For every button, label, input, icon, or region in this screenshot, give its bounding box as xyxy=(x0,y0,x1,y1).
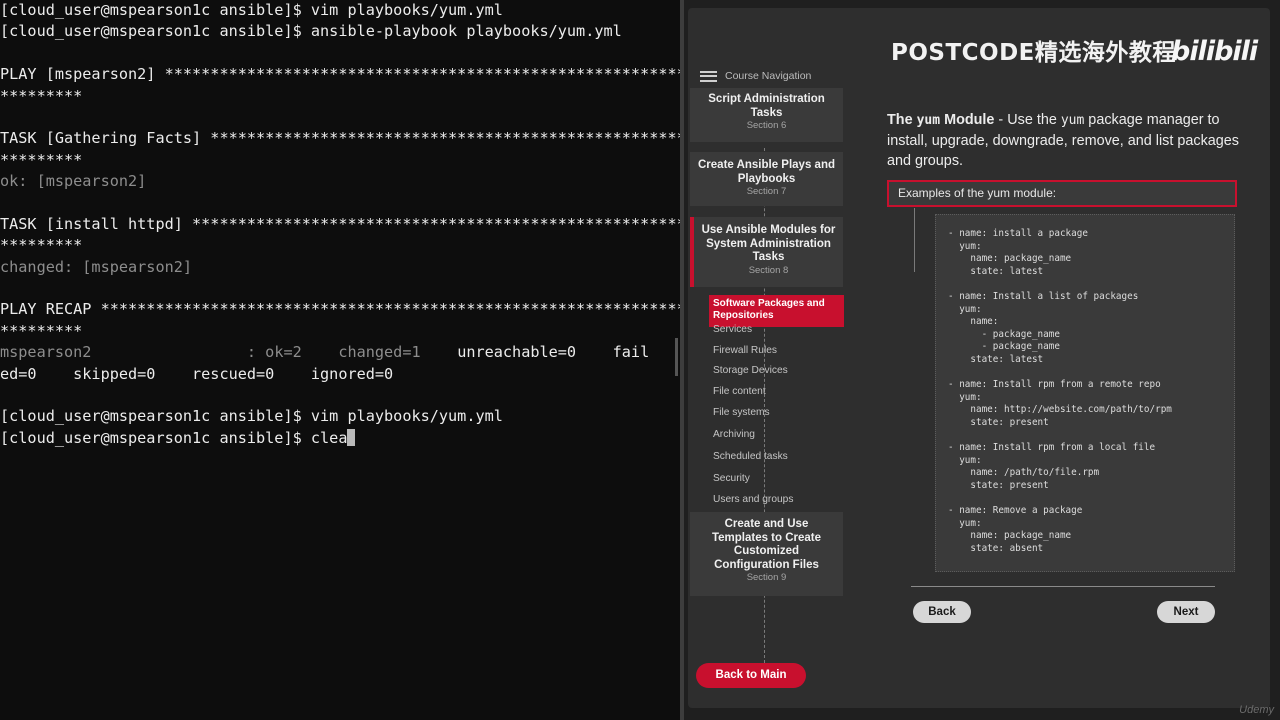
section-title: Create Ansible Plays and Playbooks xyxy=(698,159,835,185)
play-recap-line: mspearson2 : ok=2 changed=1 unreachable=… xyxy=(0,342,680,363)
recap-host: mspearson2 xyxy=(0,343,92,362)
section-title: Create and Use Templates to Create Custo… xyxy=(711,518,822,571)
back-to-main-button[interactable]: Back to Main xyxy=(696,663,806,688)
examples-label: Examples of the yum module: xyxy=(887,180,1237,207)
lesson-description: The yum Module - Use the yum package man… xyxy=(887,112,1239,169)
recap-rest: unreachable=0 fail xyxy=(420,343,650,362)
text-cursor xyxy=(347,428,356,446)
terminal-line: [cloud_user@mspearson1c ansible]$ ansibl… xyxy=(0,22,622,41)
recap-ok: ok=2 xyxy=(265,343,302,362)
nav-item-storage-devices[interactable]: Storage Devices xyxy=(713,365,788,376)
back-button[interactable]: Back xyxy=(913,601,971,623)
nav-item-services[interactable]: Services xyxy=(713,324,752,335)
terminal-line: PLAY RECAP *****************************… xyxy=(0,300,680,319)
terminal-line: changed: [mspearson2] xyxy=(0,257,193,276)
terminal-line: ********* xyxy=(0,86,83,105)
terminal-line: ********* xyxy=(0,150,83,169)
nav-section-8[interactable]: Use Ansible Modules for System Administr… xyxy=(690,217,843,287)
terminal-output: [cloud_user@mspearson1c ansible]$ vim pl… xyxy=(0,0,680,449)
lesson-title: The yum Module xyxy=(887,112,995,128)
terminal-line: TASK [install httpd] *******************… xyxy=(0,214,680,233)
recap-separator: : xyxy=(91,343,266,362)
nav-item-software-packages[interactable]: Software Packages and Repositories xyxy=(709,295,844,327)
divider-line xyxy=(911,586,1215,587)
course-panel: POSTCODE精选海外教程 bilibili Course Navigatio… xyxy=(684,0,1280,720)
nav-item-scheduled-tasks[interactable]: Scheduled tasks xyxy=(713,451,788,462)
nav-item-users-and-groups[interactable]: Users and groups xyxy=(713,494,793,505)
hamburger-menu-icon[interactable] xyxy=(700,70,717,82)
section-title: Use Ansible Modules for System Administr… xyxy=(701,224,836,264)
terminal-line: ok: [mspearson2] xyxy=(0,172,147,191)
terminal-line: ********* xyxy=(0,321,83,340)
udemy-watermark: Udemy xyxy=(1239,704,1274,716)
terminal-window[interactable]: [cloud_user@mspearson1c ansible]$ vim pl… xyxy=(0,0,680,720)
watermark-text: POSTCODE精选海外教程 xyxy=(891,40,1176,66)
section-number: Section 9 xyxy=(746,572,787,584)
section-number: Section 7 xyxy=(746,186,787,198)
bilibili-logo: bilibili xyxy=(1171,36,1258,67)
terminal-line: [cloud_user@mspearson1c ansible]$ vim pl… xyxy=(0,1,503,19)
terminal-line: TASK [Gathering Facts] *****************… xyxy=(0,129,680,148)
nav-section-9[interactable]: Create and Use Templates to Create Custo… xyxy=(690,512,843,596)
section-number: Section 6 xyxy=(746,120,787,132)
nav-item-archiving[interactable]: Archiving xyxy=(713,429,755,440)
nav-section-6[interactable]: Script Administration Tasks Section 6 xyxy=(690,88,843,142)
course-navigation-title: Course Navigation xyxy=(725,70,812,82)
section-number: Section 8 xyxy=(748,264,789,276)
nav-section-7[interactable]: Create Ansible Plays and Playbooks Secti… xyxy=(690,152,843,206)
examples-connector xyxy=(914,208,915,272)
course-slide: POSTCODE精选海外教程 bilibili Course Navigatio… xyxy=(688,8,1270,708)
terminal-line: [cloud_user@mspearson1c ansible]$ vim pl… xyxy=(0,407,503,426)
shell-prompt: [cloud_user@mspearson1c ansible]$ xyxy=(0,428,311,447)
code-example-block: - name: install a package yum: name: pac… xyxy=(935,214,1235,572)
terminal-line: PLAY [mspearson2] **********************… xyxy=(0,65,680,84)
nav-item-firewall-rules[interactable]: Firewall Rules xyxy=(713,345,777,356)
next-button[interactable]: Next xyxy=(1157,601,1215,623)
yaml-code: - name: install a package yum: name: pac… xyxy=(948,228,1172,554)
terminal-line: ********* xyxy=(0,236,83,255)
course-navigation-header[interactable]: Course Navigation xyxy=(700,70,811,82)
nav-item-file-content[interactable]: File content xyxy=(713,386,766,397)
command-input[interactable]: clea xyxy=(311,429,348,447)
recap-changed: changed=1 xyxy=(301,343,421,362)
terminal-scrollbar[interactable] xyxy=(675,338,678,376)
section-title: Script Administration Tasks xyxy=(708,93,825,119)
terminal-prompt-line[interactable]: [cloud_user@mspearson1c ansible]$ clea xyxy=(0,428,680,449)
terminal-line: ed=0 skipped=0 rescued=0 ignored=0 xyxy=(0,364,394,383)
nav-item-file-systems[interactable]: File systems xyxy=(713,407,770,418)
nav-item-security[interactable]: Security xyxy=(713,473,750,484)
